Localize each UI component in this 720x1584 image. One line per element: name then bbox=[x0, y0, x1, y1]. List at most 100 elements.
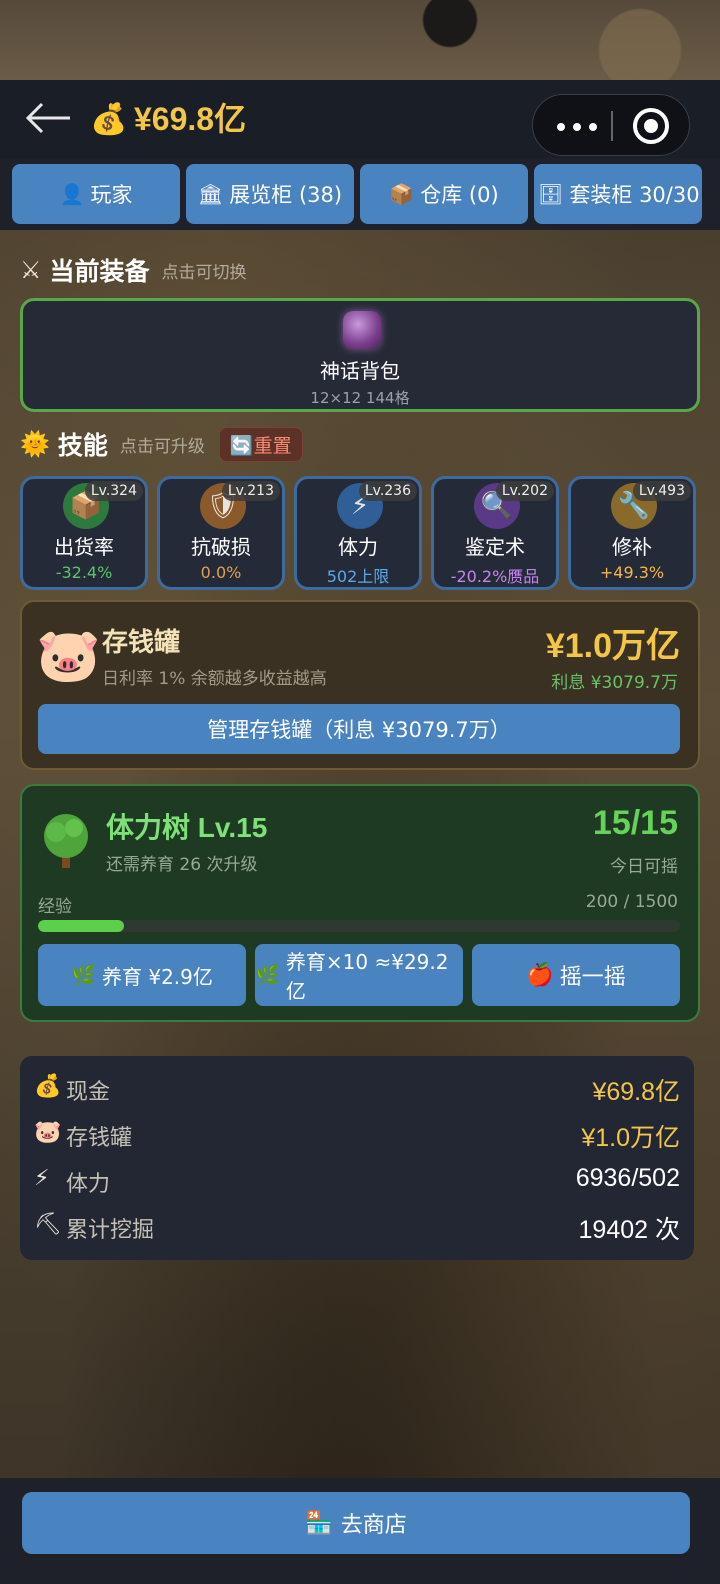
button-label: 养育 ¥2.9亿 bbox=[102, 964, 213, 989]
tab-showcase[interactable]: 🏛 展览柜 (38) bbox=[186, 164, 354, 224]
skill-card[interactable]: 📦 Lv.324 出货率 -32.4% bbox=[20, 476, 148, 590]
shake-count: 15/15 bbox=[592, 804, 678, 842]
manage-piggy-button[interactable]: 管理存钱罐（利息 ¥3079.7万） bbox=[38, 704, 680, 754]
tab-label: 展览柜 (38) bbox=[229, 183, 343, 207]
tab-label: 套装柜 30/30 bbox=[569, 183, 700, 207]
header-bar: 💰 ¥69.8亿 bbox=[0, 80, 720, 158]
tree-title: 体力树 Lv.15 bbox=[106, 812, 268, 843]
tab-player[interactable]: 👤 玩家 bbox=[12, 164, 180, 224]
header-money-value: ¥69.8亿 bbox=[134, 101, 247, 137]
skill-value: -32.4% bbox=[55, 563, 113, 582]
exp-progress-fill bbox=[38, 920, 124, 932]
skills-section-title: 🌞 技能 点击可升级 🔄重置 bbox=[20, 426, 303, 462]
stat-value: ¥1.0万亿 bbox=[581, 1124, 680, 1152]
exp-value: 200 / 1500 bbox=[585, 892, 678, 912]
crossed-swords-icon: ⚔ bbox=[20, 256, 42, 284]
section-hint: 点击可切换 bbox=[161, 262, 247, 283]
mini-program-capsule bbox=[532, 94, 690, 156]
skill-name: 抗破损 bbox=[191, 535, 251, 559]
capsule-divider bbox=[611, 111, 613, 141]
tab-label: 玩家 bbox=[90, 183, 133, 207]
skill-card[interactable]: 🔧 Lv.493 修补 +49.3% bbox=[568, 476, 696, 590]
equipment-section-title: ⚔ 当前装备 点击可切换 bbox=[20, 252, 247, 288]
close-target-icon[interactable] bbox=[633, 108, 669, 144]
stat-row-cash: 💰 现金 ¥69.8亿 bbox=[34, 1072, 680, 1108]
skill-value: 0.0% bbox=[200, 563, 242, 582]
section-title-text: 当前装备 bbox=[49, 257, 150, 286]
money-bag-icon: 💰 bbox=[34, 1074, 62, 1099]
stat-value: 19402 次 bbox=[578, 1216, 680, 1244]
tab-warehouse[interactable]: 📦 仓库 (0) bbox=[360, 164, 528, 224]
skills-row: 📦 Lv.324 出货率 -32.4% 🛡 Lv.213 抗破损 0.0% ⚡ Lv.236 体力 5… bbox=[20, 476, 700, 592]
skill-name: 修补 bbox=[612, 535, 652, 559]
stats-panel: 💰 现金 ¥69.8亿 🐷 存钱罐 ¥1.0万亿 ⚡ 体力 6936/502 ⛏… bbox=[20, 1056, 694, 1260]
stat-value: ¥69.8亿 bbox=[592, 1078, 680, 1106]
stamina-tree-card: 体力树 Lv.15 还需养育 26 次升级 15/15 今日可摇 经验 200 … bbox=[20, 784, 700, 1022]
skill-level-badge: Lv.202 bbox=[495, 481, 554, 501]
museum-icon: 🏛 bbox=[197, 182, 224, 206]
skill-level-badge: Lv.324 bbox=[84, 481, 143, 501]
stat-row-digs: ⛏ 累计挖掘 19402 次 bbox=[34, 1210, 680, 1246]
exp-label: 经验 bbox=[38, 897, 72, 917]
piggy-interest: 利息 ¥3079.7万 bbox=[551, 673, 678, 693]
tree-subtitle: 还需养育 26 次升级 bbox=[106, 855, 258, 875]
exp-progress-bar bbox=[38, 920, 680, 932]
skill-value: -20.2%赝品 bbox=[450, 567, 540, 586]
lightning-icon: ⚡ bbox=[34, 1166, 50, 1191]
skill-card[interactable]: 🔍 Lv.202 鉴定术 -20.2%赝品 bbox=[431, 476, 559, 590]
nurture-x10-button[interactable]: 🌿 养育×10 ≈¥29.2亿 bbox=[255, 944, 463, 1006]
cabinet-icon: 🗄 bbox=[538, 182, 564, 206]
background-photo bbox=[0, 0, 720, 80]
button-label: 养育×10 ≈¥29.2亿 bbox=[285, 950, 449, 1003]
apple-icon: 🍎 bbox=[526, 962, 554, 988]
pig-icon: 🐷 bbox=[34, 1120, 62, 1145]
skill-name: 体力 bbox=[338, 535, 378, 559]
button-label: 摇一摇 bbox=[559, 965, 626, 990]
bottom-bar: 🏪 去商店 bbox=[0, 1478, 720, 1584]
piggy-title: 存钱罐 bbox=[102, 628, 181, 658]
shake-button[interactable]: 🍎 摇一摇 bbox=[472, 944, 680, 1006]
tree-icon bbox=[44, 814, 88, 868]
skill-value: 502上限 bbox=[326, 567, 390, 586]
go-to-shop-button[interactable]: 🏪 去商店 bbox=[22, 1492, 690, 1554]
tab-bar: 👤 玩家 🏛 展览柜 (38) 📦 仓库 (0) 🗄 套装柜 30/30 bbox=[0, 158, 720, 230]
equipment-name: 神话背包 bbox=[320, 359, 400, 383]
pig-icon: 🐷 bbox=[36, 626, 101, 686]
box-icon: 📦 bbox=[389, 182, 415, 206]
skill-level-badge: Lv.493 bbox=[632, 481, 691, 501]
skill-name: 鉴定术 bbox=[465, 535, 525, 559]
shake-count-label: 今日可摇 bbox=[610, 857, 678, 877]
sprout-icon: 🌿 bbox=[255, 963, 280, 987]
stat-label: 体力 bbox=[66, 1172, 111, 1197]
skill-card[interactable]: ⚡ Lv.236 体力 502上限 bbox=[294, 476, 422, 590]
skill-name: 出货率 bbox=[54, 535, 114, 559]
skill-value: +49.3% bbox=[599, 563, 665, 582]
skill-level-badge: Lv.236 bbox=[358, 481, 417, 501]
piggy-bank-card: 🐷 存钱罐 日利率 1% 余额越多收益越高 ¥1.0万亿 利息 ¥3079.7万… bbox=[20, 600, 700, 770]
stat-label: 存钱罐 bbox=[66, 1126, 133, 1151]
more-options-icon[interactable] bbox=[551, 111, 607, 141]
section-title-text: 技能 bbox=[57, 431, 108, 460]
stat-row-stamina: ⚡ 体力 6936/502 bbox=[34, 1164, 680, 1200]
pickaxe-icon: ⛏ bbox=[34, 1212, 62, 1237]
reset-button[interactable]: 🔄重置 bbox=[218, 426, 303, 462]
person-icon: 👤 bbox=[59, 182, 85, 206]
skill-card[interactable]: 🛡 Lv.213 抗破损 0.0% bbox=[157, 476, 285, 590]
button-label: 去商店 bbox=[340, 1513, 407, 1538]
back-arrow-icon[interactable] bbox=[24, 100, 74, 136]
mythic-backpack-icon bbox=[343, 311, 381, 349]
nurture-button[interactable]: 🌿 养育 ¥2.9亿 bbox=[38, 944, 246, 1006]
sun-icon: 🌞 bbox=[20, 430, 50, 458]
stat-row-piggy: 🐷 存钱罐 ¥1.0万亿 bbox=[34, 1118, 680, 1154]
piggy-subtitle: 日利率 1% 余额越多收益越高 bbox=[102, 669, 327, 689]
sprout-icon: 🌿 bbox=[71, 963, 96, 987]
tab-label: 仓库 (0) bbox=[420, 183, 499, 207]
section-hint: 点击可升级 bbox=[119, 436, 205, 457]
equipment-card[interactable]: 神话背包 12×12 144格 bbox=[20, 298, 700, 412]
tab-set-cabinet[interactable]: 🗄 套装柜 30/30 bbox=[534, 164, 702, 224]
stat-label: 现金 bbox=[66, 1080, 111, 1105]
stat-label: 累计挖掘 bbox=[66, 1218, 155, 1243]
stat-value: 6936/502 bbox=[575, 1164, 680, 1192]
store-icon: 🏪 bbox=[305, 1510, 333, 1536]
skill-level-badge: Lv.213 bbox=[221, 481, 280, 501]
